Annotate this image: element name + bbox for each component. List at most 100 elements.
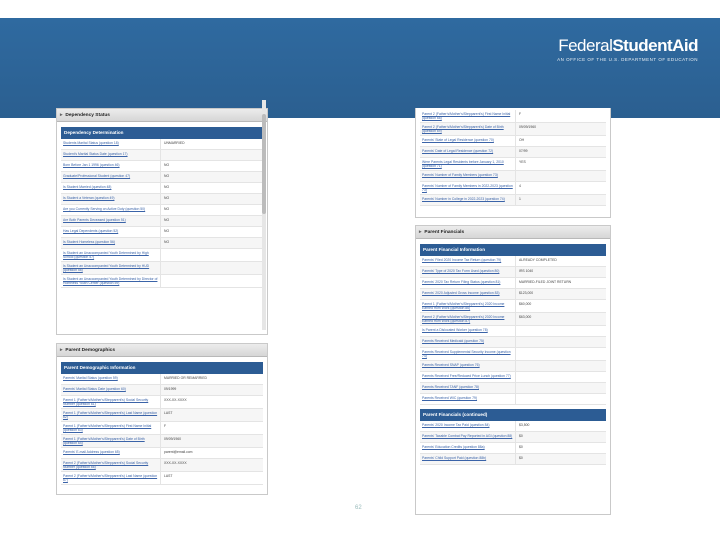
row-label-link[interactable]: Has Legal Dependents (question 52) bbox=[61, 227, 161, 237]
row-value bbox=[516, 383, 522, 393]
row-label-link[interactable]: Parents' Child Support Paid (question 88… bbox=[420, 454, 516, 464]
row-label-link[interactable]: Born Before Jan 1 1996 (question 46) bbox=[61, 161, 161, 171]
row-label-link[interactable]: Parent 2 (Father's/Mother's/Stepparent's… bbox=[420, 123, 516, 135]
row-label-link[interactable]: Parents' Type of 2020 Tax Form Used (que… bbox=[420, 267, 516, 277]
row-value: $123,000 bbox=[519, 291, 534, 295]
row-label-link[interactable]: Parents' Date of Legal Residence (questi… bbox=[420, 147, 516, 157]
table-row: Are you Currently Serving on Active Duty… bbox=[61, 205, 263, 216]
table-row: Student's Marital Status Date (question … bbox=[61, 150, 263, 161]
parent-demographic-continued-table: Parent 2 (Father's/Mother's/Stepparent's… bbox=[420, 110, 606, 206]
row-label-link[interactable]: Parents' Education Credits (question 88a… bbox=[420, 443, 516, 453]
table-row: Parents Received SNAP (question 76) bbox=[420, 361, 606, 372]
table-row: Were Parents Legal Residents before Janu… bbox=[420, 158, 606, 171]
row-label-link[interactable]: Parents' 2020 Tax Return Filing Status (… bbox=[420, 278, 516, 288]
table-row: Parents Received Supplemental Security I… bbox=[420, 348, 606, 361]
row-value bbox=[161, 249, 167, 261]
row-label-link[interactable]: Parent 1 (Father's/Mother's/Stepparent's… bbox=[420, 300, 516, 312]
row-label-link[interactable]: Is Student Homeless (question 56) bbox=[61, 238, 161, 248]
row-value: NO bbox=[164, 229, 170, 233]
row-label-link[interactable]: Parents Received Free/Reduced Price Lunc… bbox=[420, 372, 516, 382]
row-value: YES bbox=[519, 160, 526, 164]
row-label-link[interactable]: Were Parents Legal Residents before Janu… bbox=[420, 158, 516, 170]
row-label-link[interactable]: Parent 1 (Father's/Mother's/Stepparent's… bbox=[61, 396, 161, 408]
table-row: Has Legal Dependents (question 52) NO bbox=[61, 227, 263, 238]
parent-demographics-panel: ▸ Parent Demographics Parent Demographic … bbox=[56, 343, 268, 495]
parent-demographics-section-header[interactable]: ▸ Parent Demographics bbox=[57, 344, 267, 357]
table-row: Parents' Number in College in 2022-2023 … bbox=[420, 195, 606, 206]
parent-financials-continued-header: Parent Financials (continued) bbox=[420, 409, 606, 421]
table-row: Parents Received TANF (question 78) bbox=[420, 383, 606, 394]
table-row: Parents' 2020 Tax Return Filing Status (… bbox=[420, 278, 606, 289]
row-value bbox=[161, 262, 167, 274]
row-value: MARRIED-FILED JOINT RETURN bbox=[519, 280, 572, 284]
row-value: F bbox=[164, 424, 167, 428]
row-label-link[interactable]: Parents' Taxable Combat Pay Reported in … bbox=[420, 432, 516, 442]
header-banner: FederalStudentAid AN OFFICE OF THE U.S. … bbox=[0, 18, 720, 118]
row-label-link[interactable]: Parents Received WIC (question 79) bbox=[420, 394, 516, 404]
row-label-link[interactable]: Is Student an Unaccompanied Youth Determ… bbox=[61, 262, 161, 274]
row-label-link[interactable]: Are you Currently Serving on Active Duty… bbox=[61, 205, 161, 215]
row-label-link[interactable]: Parent 2 (Father's/Mother's/Stepparent's… bbox=[420, 110, 516, 122]
row-label-link[interactable]: Parents' State of Legal Residence (quest… bbox=[420, 136, 516, 146]
table-row: Parent 2 (Father's/Mother's/Stepparent's… bbox=[61, 459, 263, 472]
row-label-link[interactable]: Student's Marital Status Date (question … bbox=[61, 150, 161, 160]
table-row: Parents' Child Support Paid (question 88… bbox=[420, 454, 606, 465]
row-label-link[interactable]: Parents' 2020 Income Tax Paid (question … bbox=[420, 421, 516, 431]
row-label-link[interactable]: Is Student Married (question 48) bbox=[61, 183, 161, 193]
row-value bbox=[516, 372, 522, 382]
row-label-link[interactable]: Parents Received Medicaid (question 75) bbox=[420, 337, 516, 347]
row-value: NO bbox=[164, 196, 170, 200]
row-label-link[interactable]: Are Both Parents Deceased (question 51) bbox=[61, 216, 161, 226]
row-label-link[interactable]: Parents' E-mail Address (question 65) bbox=[61, 448, 161, 458]
row-value: 4 bbox=[519, 184, 521, 188]
row-value bbox=[516, 337, 522, 347]
row-label-link[interactable]: Parent 1 (Father's/Mother's/Stepparent's… bbox=[61, 435, 161, 447]
table-row: Parents' Taxable Combat Pay Reported in … bbox=[420, 432, 606, 443]
row-value: ALREADY COMPLETED bbox=[519, 258, 557, 262]
row-label-link[interactable]: Parents' Filed 2020 Income Tax Return (q… bbox=[420, 256, 516, 266]
scrollbar-thumb[interactable] bbox=[262, 114, 266, 214]
table-row: Parent 1 (Father's/Mother's/Stepparent's… bbox=[61, 435, 263, 448]
row-label-link[interactable]: Is Student an Unaccompanied Youth Determ… bbox=[61, 275, 161, 287]
parent-financials-section-header[interactable]: ▸ Parent Financials bbox=[416, 226, 610, 239]
row-label-link[interactable]: Parent 1 (Father's/Mother's/Stepparent's… bbox=[61, 409, 161, 421]
table-row: Is Student Married (question 48) NO bbox=[61, 183, 263, 194]
row-label-link[interactable]: Parent 2 (Father's/Mother's/Stepparent's… bbox=[420, 313, 516, 325]
parent-financials-panel: ▸ Parent Financials Parent Financial Info… bbox=[415, 225, 611, 515]
row-label-link[interactable]: Parents Received TANF (question 78) bbox=[420, 383, 516, 393]
row-label-link[interactable]: Is Student a Veteran (question 49) bbox=[61, 194, 161, 204]
row-label-link[interactable]: Parents' Number in College in 2022-2023 … bbox=[420, 195, 516, 205]
row-label-link[interactable]: Parent 2 (Father's/Mother's/Stepparent's… bbox=[61, 472, 161, 484]
dependency-status-section-header[interactable]: ▸ Dependency Status bbox=[57, 109, 267, 122]
row-label-link[interactable]: Graduate/Professional Student (question … bbox=[61, 172, 161, 182]
table-row: Parents' Type of 2020 Tax Form Used (que… bbox=[420, 267, 606, 278]
row-label-link[interactable]: Parents Received SNAP (question 76) bbox=[420, 361, 516, 371]
table-row: Parent 1 (Father's/Mother's/Stepparent's… bbox=[61, 422, 263, 435]
row-label-link[interactable]: Students Marital Status (question 18) bbox=[61, 139, 161, 149]
row-label-link[interactable]: Parent 1 (Father's/Mother's/Stepparent's… bbox=[61, 422, 161, 434]
row-label-link[interactable]: Parents Received Supplemental Security I… bbox=[420, 348, 516, 360]
table-row: Is Student a Veteran (question 49) NO bbox=[61, 194, 263, 205]
row-label-link[interactable]: Parent 2 (Father's/Mother's/Stepparent's… bbox=[61, 459, 161, 471]
row-value: 09/09/1960 bbox=[164, 437, 181, 441]
row-label-link[interactable]: Parents' Number of Family Members in 202… bbox=[420, 182, 516, 194]
row-value bbox=[516, 326, 522, 336]
row-label-link[interactable]: Is Parent a Dislocated Worker (question … bbox=[420, 326, 516, 336]
row-value: XXX-XX-XXXX bbox=[164, 398, 187, 402]
scrollbar[interactable] bbox=[262, 100, 266, 330]
row-label-link[interactable]: Parents' Number of Family Members (quest… bbox=[420, 171, 516, 181]
row-label-link[interactable]: Parents' 2020 Adjusted Gross Income (que… bbox=[420, 289, 516, 299]
row-value: MARRIED OR REMARRIED bbox=[164, 376, 207, 380]
row-value: 09/1999 bbox=[164, 387, 177, 391]
table-row: Parents' Education Credits (question 88a… bbox=[420, 443, 606, 454]
table-row: Parents' Date of Legal Residence (questi… bbox=[420, 147, 606, 158]
row-value: OH bbox=[519, 138, 525, 142]
table-row: Parents' State of Legal Residence (quest… bbox=[420, 136, 606, 147]
row-label-link[interactable]: Is Student an Unaccompanied Youth Determ… bbox=[61, 249, 161, 261]
row-value bbox=[161, 150, 167, 160]
table-row: Is Student Homeless (question 56) NO bbox=[61, 238, 263, 249]
row-label-link[interactable]: Parents' Marital Status (question 59) bbox=[61, 374, 161, 384]
row-label-link[interactable]: Parents' Marital Status Date (question 6… bbox=[61, 385, 161, 395]
row-value: $0 bbox=[519, 456, 523, 460]
table-row: Parent 2 (Father's/Mother's/Stepparent's… bbox=[420, 313, 606, 326]
